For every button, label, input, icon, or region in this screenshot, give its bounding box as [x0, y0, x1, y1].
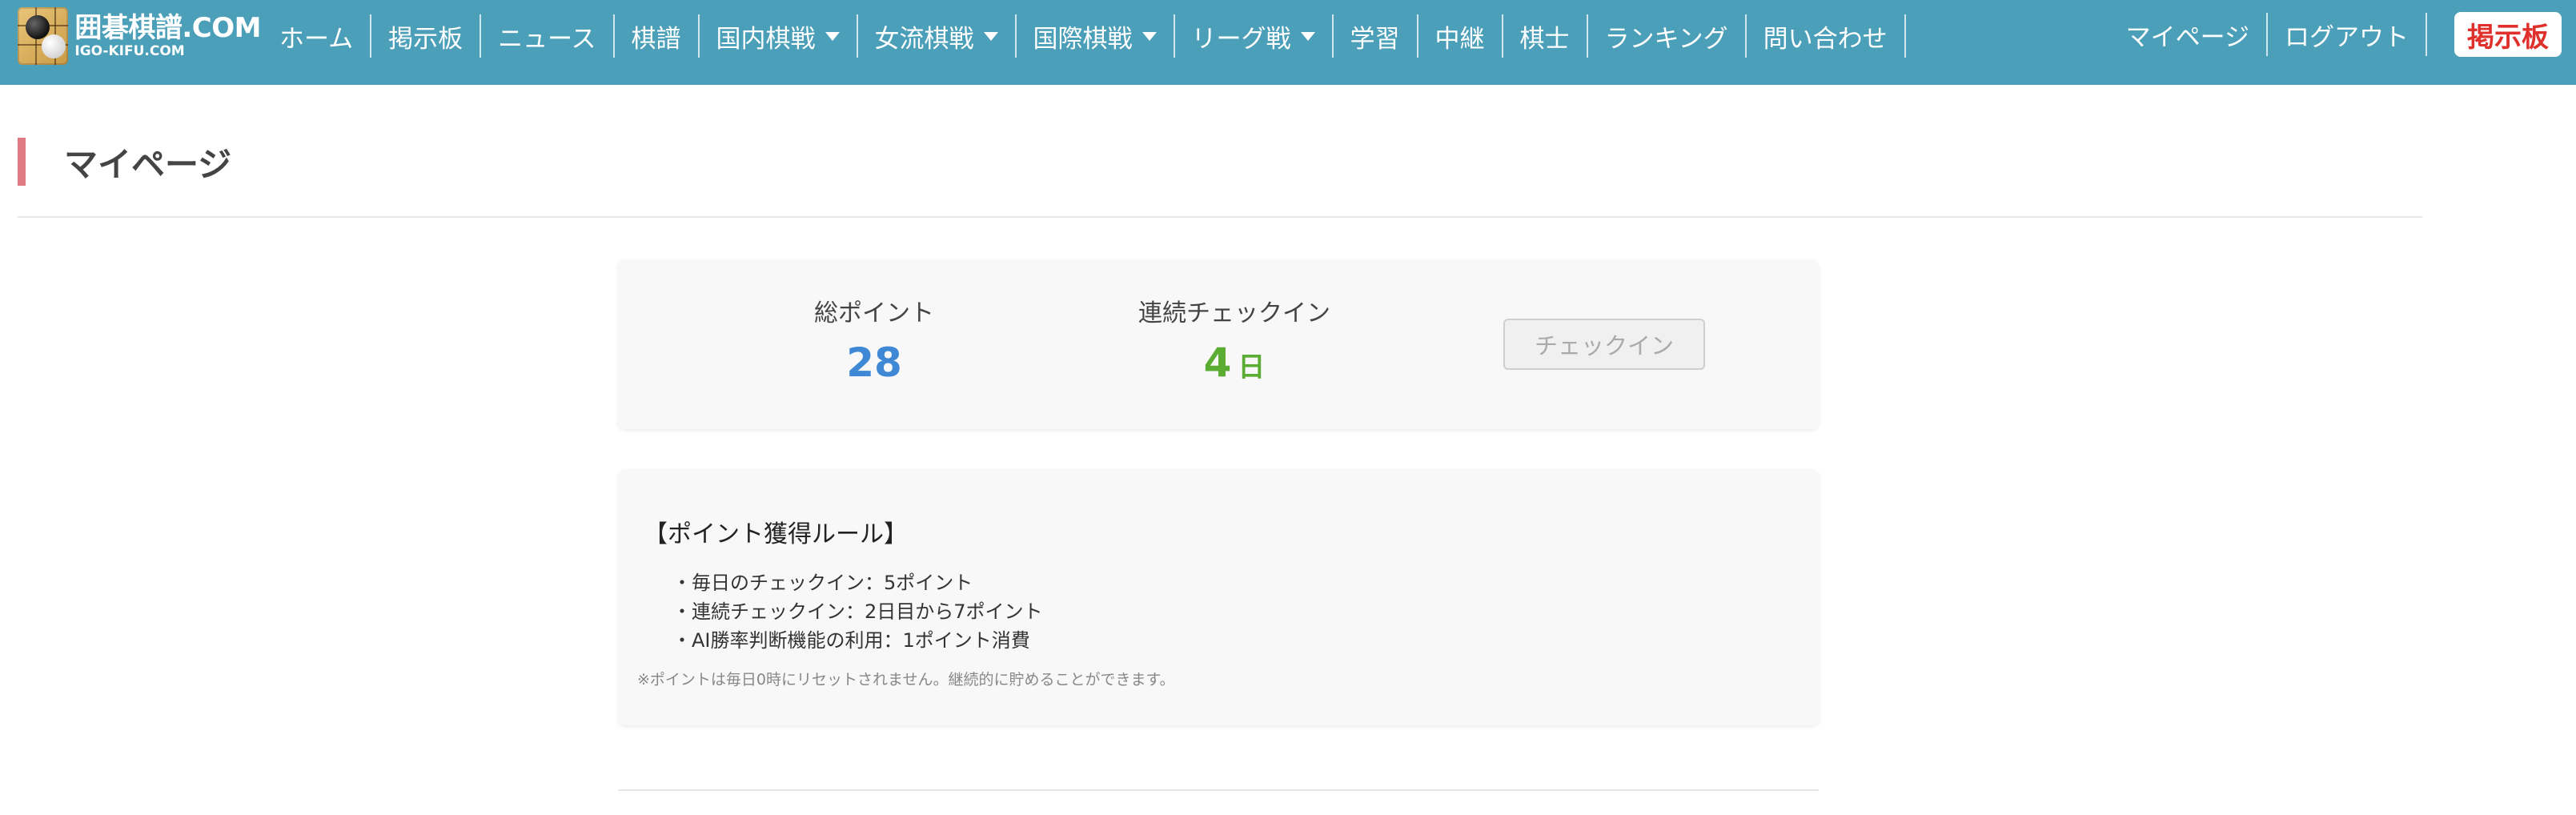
nav-live-label: 中継: [1434, 24, 1485, 54]
black-stone-icon: [26, 15, 50, 39]
nav-logout[interactable]: ログアウト: [2268, 13, 2427, 56]
nav-league[interactable]: リーグ戦: [1175, 14, 1334, 58]
points-card: 総ポイント 28 連続チェックイン 4日 チェックイン: [618, 259, 1819, 429]
rule-item: ・AI勝率判断機能の利用：1ポイント消費: [672, 629, 1030, 652]
total-points-label: 総ポイント: [814, 299, 934, 327]
checkin-streak-label: 連続チェックイン: [1138, 299, 1330, 327]
rules-list: ・毎日のチェックイン：5ポイント ・連続チェックイン：2日目から7ポイント ・A…: [672, 568, 1043, 655]
nav-mypage-label: マイページ: [2125, 22, 2249, 52]
rules-card: 【ポイント獲得ルール】 ・毎日のチェックイン：5ポイント ・連続チェックイン：2…: [618, 469, 1819, 725]
nav-domestic[interactable]: 国内棋戦: [700, 14, 858, 58]
nav-kifu-label: 棋譜: [631, 24, 681, 54]
top-navbar: 囲碁棋譜.COM IGO-KIFU.COM ホーム 掲示板 ニュース 棋譜 国内…: [0, 0, 2576, 85]
checkin-streak-unit: 日: [1238, 351, 1266, 383]
rule-item: ・毎日のチェックイン：5ポイント: [672, 572, 973, 594]
white-stone-icon: [42, 34, 66, 58]
rule-item: ・連続チェックイン：2日目から7ポイント: [672, 600, 1043, 623]
nav-board[interactable]: 掲示板: [371, 14, 482, 58]
checkin-button[interactable]: チェックイン: [1503, 319, 1705, 370]
nav-domestic-label: 国内棋戦: [716, 24, 816, 54]
caret-down-icon: [983, 31, 998, 41]
nav-mypage[interactable]: マイページ: [2109, 13, 2268, 56]
nav-ranking[interactable]: ランキング: [1588, 14, 1747, 58]
nav-home[interactable]: ホーム: [263, 14, 372, 58]
logo-main-text: 囲碁棋譜.COM: [74, 11, 261, 44]
nav-women[interactable]: 女流棋戦: [858, 14, 1017, 58]
caret-down-icon: [1300, 31, 1315, 41]
go-board-icon: [18, 7, 69, 65]
total-points: 総ポイント 28: [778, 293, 970, 386]
caret-down-icon: [825, 31, 840, 41]
nav-players[interactable]: 棋士: [1503, 14, 1588, 58]
nav-study[interactable]: 学習: [1334, 14, 1418, 58]
page-heading: マイページ: [18, 138, 231, 186]
heading-accent-bar: [18, 138, 26, 186]
site-logo[interactable]: 囲碁棋譜.COM IGO-KIFU.COM: [18, 6, 261, 66]
logo-sub-text: IGO-KIFU.COM: [74, 42, 185, 59]
caret-down-icon: [1142, 31, 1157, 41]
nav-study-label: 学習: [1350, 24, 1400, 54]
total-points-value: 28: [846, 339, 902, 386]
rules-note: ※ポイントは毎日0時にリセットされません。継続的に貯めることができます。: [637, 671, 1175, 689]
nav-news-label: ニュース: [498, 24, 596, 54]
nav-board-label: 掲示板: [388, 24, 463, 54]
nav-logout-label: ログアウト: [2285, 22, 2409, 52]
nav-home-label: ホーム: [279, 24, 354, 54]
rules-title: 【ポイント獲得ルール】: [644, 520, 908, 548]
page-title: マイページ: [64, 144, 232, 184]
board-button[interactable]: 掲示板: [2454, 12, 2562, 57]
heading-divider: [18, 216, 2422, 218]
main-menu: ホーム 掲示板 ニュース 棋譜 国内棋戦 女流棋戦 国際棋戦 リーグ戦 学習 中…: [263, 11, 1906, 61]
nav-league-label: リーグ戦: [1191, 24, 1291, 54]
nav-news[interactable]: ニュース: [481, 14, 615, 58]
nav-contact[interactable]: 問い合わせ: [1747, 14, 1906, 58]
user-menu: マイページ ログアウト 掲示板: [2109, 10, 2576, 59]
nav-international-label: 国際棋戦: [1033, 24, 1133, 54]
nav-ranking-label: ランキング: [1604, 24, 1728, 54]
nav-players-label: 棋士: [1519, 24, 1570, 54]
nav-women-label: 女流棋戦: [874, 24, 974, 54]
nav-contact-label: 問い合わせ: [1763, 24, 1888, 54]
bottom-divider: [618, 789, 1819, 791]
checkin-streak-value: 4: [1203, 339, 1232, 386]
nav-live[interactable]: 中継: [1418, 14, 1503, 58]
nav-international[interactable]: 国際棋戦: [1017, 14, 1175, 58]
checkin-streak: 連続チェックイン 4日: [1114, 293, 1354, 386]
nav-kifu[interactable]: 棋譜: [615, 14, 700, 58]
checkin-streak-display: 4日: [1114, 339, 1354, 386]
